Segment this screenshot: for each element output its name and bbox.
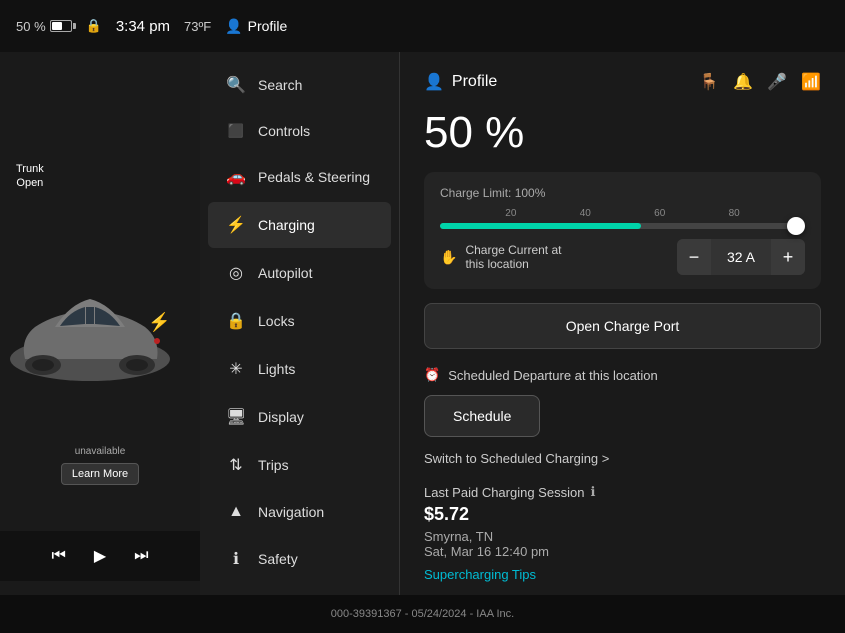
charge-current-row: ✋ Charge Current at this location − 32 A… [440,239,805,275]
sidebar-item-label: Lights [258,361,295,377]
charging-icon: ⚡ [226,215,246,235]
schedule-button[interactable]: Schedule [424,395,540,437]
sidebar-item-label: Navigation [258,504,324,520]
next-button[interactable]: ⏭ [134,547,148,565]
sidebar-item-label: Controls [258,123,310,139]
charge-current-control: − 32 A + [677,239,805,275]
profile-row-icons: 🪑 🔔 🎤 📶 [699,72,821,92]
profile-icon-sm: 👤 [225,18,242,35]
charge-slider-fill [440,223,641,229]
supercharging-tips-link[interactable]: Supercharging Tips [424,567,821,582]
sidebar-item-trips[interactable]: ⇅ Trips [208,442,391,488]
profile-icon: 👤 [424,72,444,92]
unavailable-banner: unavailable Learn More [0,446,200,485]
switch-charging-link[interactable]: Switch to Scheduled Charging > [424,451,821,466]
sidebar-item-locks[interactable]: 🔒 Locks [208,298,391,344]
lock-icon: 🔒 [86,18,102,34]
charge-slider-thumb [787,217,805,235]
scheduled-departure-title: ⏰ Scheduled Departure at this location [424,367,821,383]
sidebar-item-safety[interactable]: ℹ Safety [208,536,391,582]
decrease-current-button[interactable]: − [677,239,711,275]
battery-indicator: 50 % [16,19,72,34]
learn-more-button[interactable]: Learn More [61,463,139,485]
lock-icon: 🔒 [226,311,246,331]
profile-indicator[interactable]: 👤 Profile [225,18,287,35]
status-bar: 50 % 🔒 3:34 pm 73ºF 👤 Profile [0,0,845,52]
car-area: Trunk Open ⚡ [0,52,200,595]
sidebar-item-label: Search [258,77,302,93]
battery-percent: 50 % [424,108,821,158]
session-amount: $5.72 [424,504,821,525]
battery-icon [50,20,72,32]
car-svg [0,269,185,399]
unavailable-text: unavailable [75,446,126,457]
search-icon: 🔍 [226,75,246,95]
sidebar-item-label: Display [258,409,304,425]
seat-icon: 🪑 [699,72,719,92]
increase-current-button[interactable]: + [771,239,805,275]
profile-row: 👤 Profile 🪑 🔔 🎤 📶 [424,72,821,92]
prev-button[interactable]: ⏮ [51,547,65,565]
bell-icon: 🔔 [733,72,753,92]
sidebar-item-service[interactable]: 🔧 Service [208,584,391,595]
status-time: 3:34 pm [116,18,170,35]
pedals-icon: 🚗 [226,167,246,187]
session-date: Sat, Mar 16 12:40 pm [424,544,821,559]
hand-icon: ✋ [440,249,457,266]
sidebar-item-charging[interactable]: ⚡ Charging [208,202,391,248]
sidebar-item-label: Locks [258,313,295,329]
charge-limit-section: Charge Limit: 100% 20 40 60 80 ✋ Charge … [424,172,821,289]
last-session-title: Last Paid Charging Session ℹ [424,484,821,500]
charge-limit-label: Charge Limit: 100% [440,186,805,200]
sidebar-item-label: Pedals & Steering [258,169,370,185]
sidebar-item-display[interactable]: 🖥 Display [208,394,391,440]
last-session: Last Paid Charging Session ℹ $5.72 Smyrn… [424,484,821,582]
lightning-badge: ⚡ [148,312,170,333]
charge-slider-track[interactable] [440,223,805,229]
current-value: 32 A [711,249,771,265]
sidebar-item-lights[interactable]: ✳ Lights [208,346,391,392]
play-button[interactable]: ▶ [94,546,106,566]
session-location: Smyrna, TN [424,529,821,544]
autopilot-icon: ◎ [226,263,246,283]
info-icon[interactable]: ℹ [590,484,595,500]
open-charge-port-button[interactable]: Open Charge Port [424,303,821,349]
sidebar-item-label: Trips [258,457,289,473]
sidebar-item-autopilot[interactable]: ◎ Autopilot [208,250,391,296]
sidebar-item-controls[interactable]: ⬛ Controls [208,110,391,152]
sidebar-item-label: Safety [258,551,298,567]
battery-percentage: 50 % [16,19,46,34]
sidebar-item-label: Autopilot [258,265,312,281]
safety-icon: ℹ [226,549,246,569]
navigation-icon: ▲ [226,503,246,521]
clock-icon: ⏰ [424,367,440,383]
controls-icon: ⬛ [226,123,246,139]
display-icon: 🖥 [226,407,246,427]
signal-icon: 📶 [801,72,821,92]
main-content: 👤 Profile 🪑 🔔 🎤 📶 50 % Charge Limit: 100… [400,52,845,595]
status-temp: 73ºF [184,19,211,34]
profile-row-left: 👤 Profile [424,72,497,92]
media-controls: ⏮ ▶ ⏭ [0,531,200,581]
sidebar-item-search[interactable]: 🔍 Search [208,62,391,108]
slider-ticks: 20 40 60 80 [440,208,805,219]
sidebar-item-label: Charging [258,217,315,233]
profile-title: Profile [452,73,497,91]
trips-icon: ⇅ [226,455,246,475]
bottom-bar-text: 000-39391367 - 05/24/2024 - IAA Inc. [331,608,514,620]
bottom-bar: 000-39391367 - 05/24/2024 - IAA Inc. [0,595,845,633]
profile-label: Profile [248,18,288,34]
sidebar-item-navigation[interactable]: ▲ Navigation [208,490,391,534]
charge-current-label: ✋ Charge Current at this location [440,243,561,271]
mic-icon: 🎤 [767,72,787,92]
lights-icon: ✳ [226,359,246,379]
sidebar: 🔍 Search ⬛ Controls 🚗 Pedals & Steering … [200,52,400,595]
sidebar-item-pedals[interactable]: 🚗 Pedals & Steering [208,154,391,200]
